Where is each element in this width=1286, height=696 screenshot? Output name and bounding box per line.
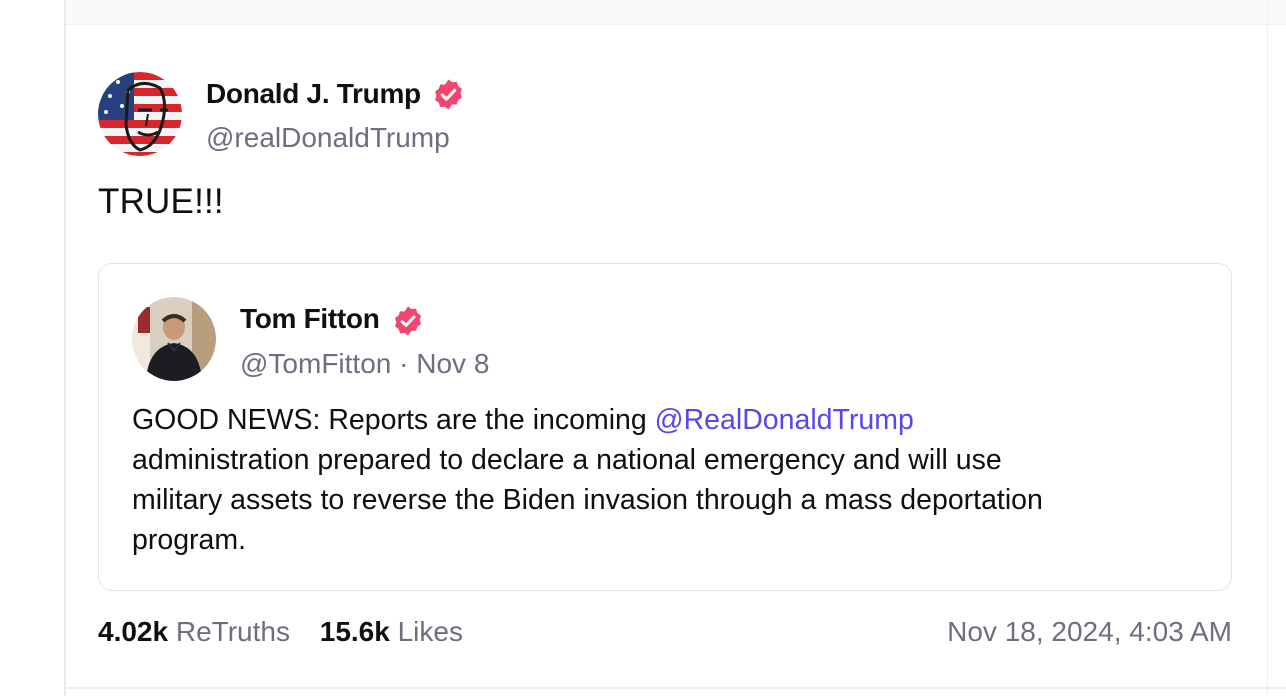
- quoted-text-line: administration prepared to declare a nat…: [132, 444, 1002, 476]
- retruths-label: ReTruths: [168, 616, 290, 647]
- verified-badge-icon: [435, 79, 462, 110]
- quoted-text-line: GOOD NEWS: Reports are the incoming @Rea…: [132, 400, 1192, 440]
- quoted-author-handle[interactable]: @TomFitton: [240, 348, 391, 379]
- quoted-post-text: GOOD NEWS: Reports are the incoming @Rea…: [132, 400, 1192, 560]
- quoted-text-line: program.: [132, 524, 247, 556]
- author-display-name[interactable]: Donald J. Trump: [206, 78, 421, 110]
- verified-badge-icon: [395, 306, 421, 336]
- post-stats: 4.02k ReTruths 15.6k Likes: [98, 616, 485, 648]
- feed-left-border: [64, 0, 66, 696]
- quoted-author-avatar[interactable]: [132, 297, 216, 381]
- quoted-text-segment: GOOD NEWS: Reports are the incoming: [132, 404, 655, 436]
- likes-label: Likes: [389, 616, 463, 647]
- quoted-text-line: military assets to reverse the Biden inv…: [132, 484, 1043, 516]
- likes-stat[interactable]: 15.6k Likes: [320, 616, 463, 648]
- truth-post-page: Donald J. Trump @realDonaldTrump TRUE!!!…: [0, 0, 1286, 696]
- retruths-count: 4.02k: [98, 616, 169, 647]
- meta-separator: ·: [391, 348, 417, 379]
- quoted-author-display-name[interactable]: Tom Fitton: [240, 303, 380, 335]
- quoted-post-date[interactable]: Nov 8: [416, 348, 489, 379]
- post-timestamp[interactable]: Nov 18, 2024, 4:03 AM: [947, 616, 1232, 648]
- author-avatar[interactable]: [98, 72, 182, 156]
- feed-right-border: [1267, 0, 1268, 696]
- post-bottom-divider: [66, 687, 1286, 689]
- quoted-author-meta: @TomFitton · Nov 8: [240, 348, 489, 380]
- previous-post-edge: [66, 0, 1286, 25]
- post-text: TRUE!!!: [98, 182, 224, 221]
- author-handle[interactable]: @realDonaldTrump: [206, 122, 450, 154]
- mention-link[interactable]: @RealDonaldTrump: [655, 404, 914, 436]
- retruths-stat[interactable]: 4.02k ReTruths: [98, 616, 290, 648]
- likes-count: 15.6k: [319, 616, 390, 647]
